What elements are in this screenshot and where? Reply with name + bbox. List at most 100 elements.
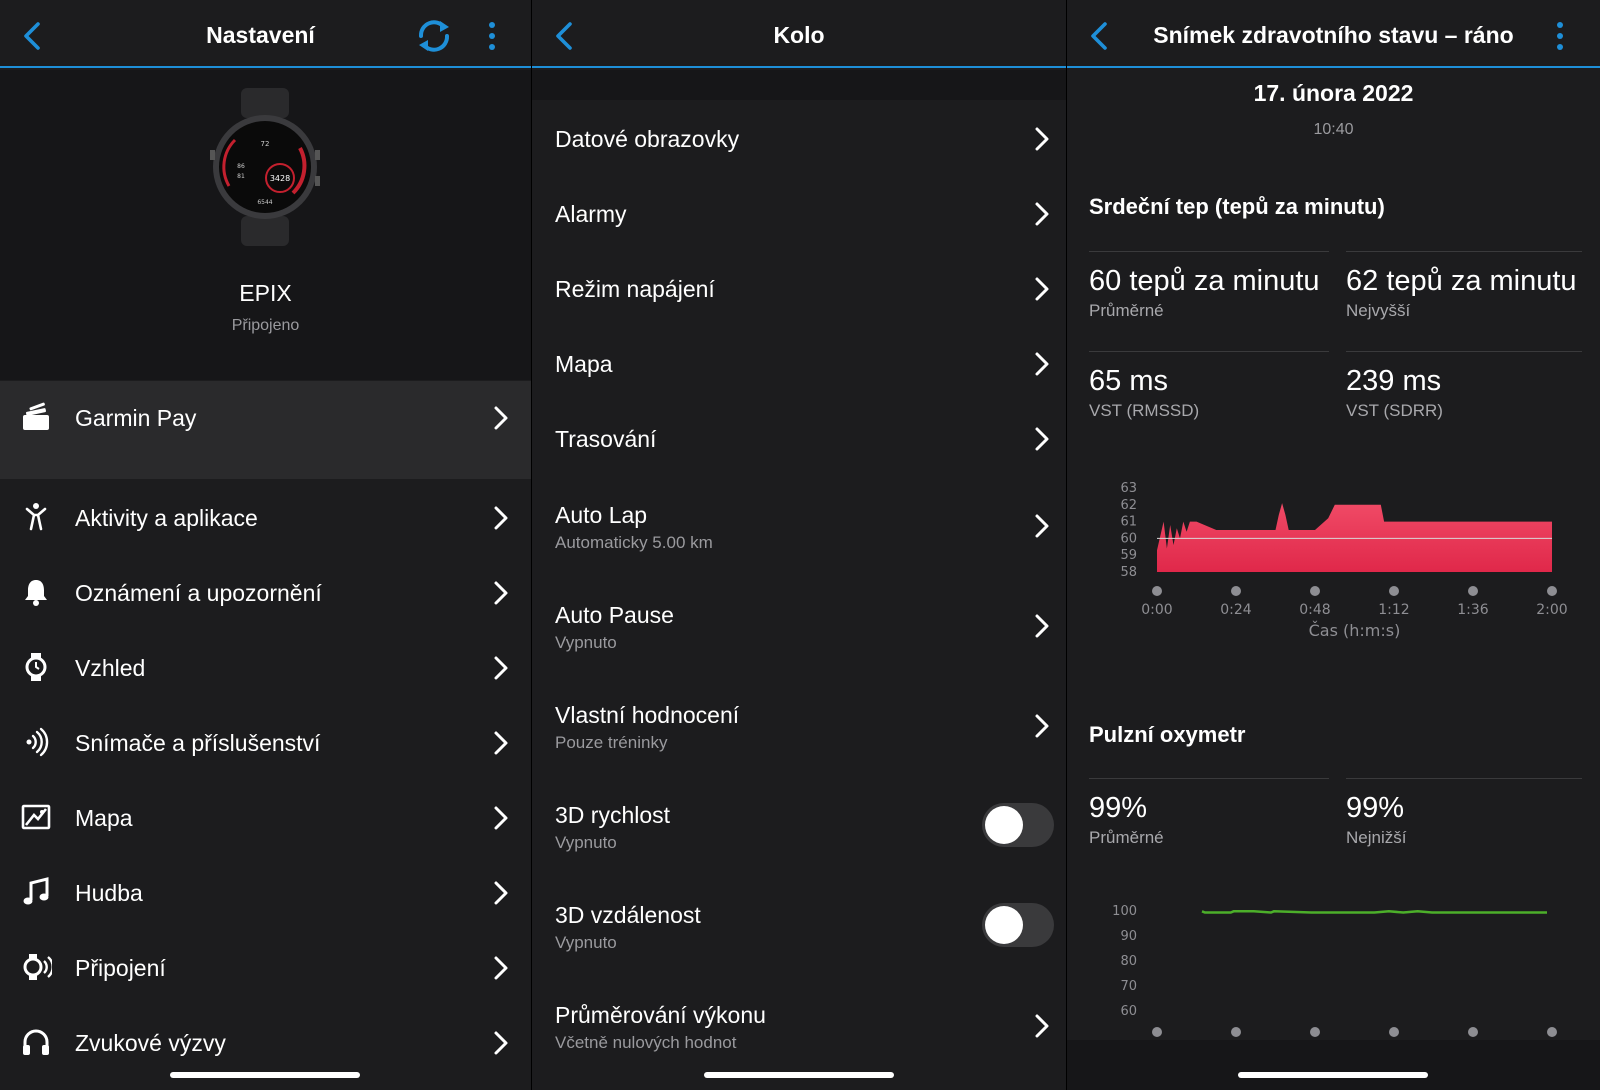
bike-setting-item[interactable]: Režim napájení [532, 252, 1066, 327]
stat-divider [1089, 778, 1329, 779]
sensor-icon [26, 727, 49, 757]
bike-setting-value: Automaticky 5.00 km [555, 533, 713, 552]
more-options-icon[interactable] [487, 20, 497, 52]
toggle-knob [985, 906, 1023, 944]
chevron-right-icon [1035, 127, 1049, 151]
stat-label: Nejnižší [1346, 828, 1407, 847]
stat-label: Průměrné [1089, 828, 1164, 847]
y-tick-label: 80 [1120, 954, 1137, 969]
chevron-right-icon [1035, 614, 1049, 638]
y-tick-label: 62 [1120, 498, 1137, 513]
home-indicator [170, 1072, 360, 1078]
x-tick-label: 1:12 [1378, 602, 1409, 618]
settings-item[interactable]: Připojení [0, 930, 531, 1005]
snapshot-date: 17. února 2022 [1253, 80, 1414, 106]
chevron-right-icon [494, 731, 508, 755]
y-tick-label: 90 [1120, 929, 1137, 944]
chevron-right-icon [494, 506, 508, 530]
watch-image[interactable]: 72 86 81 3428 6544 [205, 88, 325, 246]
bike-setting-item[interactable]: Alarmy [532, 177, 1066, 252]
chevron-right-icon [494, 806, 508, 830]
x-tick-label: 0:24 [1220, 602, 1252, 618]
toggle-switch[interactable] [982, 803, 1054, 847]
y-tick-label: 100 [1112, 904, 1137, 919]
x-tick-dot [1547, 1027, 1557, 1037]
bike-setting-item[interactable]: Auto Pause Vypnuto [532, 577, 1066, 677]
settings-screen: Nastavení 72 86 81 3428 6544 EPIX Připoj… [0, 0, 531, 1090]
toggle-switch[interactable] [982, 903, 1054, 947]
heart-rate-chart: 63 62 6160 59 58 0:00 0:24 0:48 1:12 1:36 2:00 Čas … [1120, 481, 1567, 640]
figure-icon [25, 503, 47, 531]
bike-setting-label: Trasování [555, 426, 657, 452]
watch-icon [25, 653, 47, 681]
connection-icon [23, 954, 52, 980]
bike-setting-item[interactable]: Trasování [532, 402, 1066, 477]
bike-setting-value: Pouze tréninky [555, 733, 668, 752]
settings-item-label: Oznámení a upozornění [75, 580, 322, 606]
x-tick-dot [1231, 586, 1241, 596]
settings-item-label: Připojení [75, 955, 166, 981]
bike-setting-item[interactable]: 3D vzdálenost Vypnuto [532, 877, 1066, 977]
bike-setting-item[interactable]: Vlastní hodnocení Pouze tréninky [532, 677, 1066, 777]
chevron-right-icon [494, 881, 508, 905]
stat-label: VST (SDRR) [1346, 401, 1443, 420]
y-tick-label: 58 [1120, 565, 1137, 580]
chevron-right-icon [1035, 202, 1049, 226]
settings-item[interactable]: Aktivity a aplikace [0, 480, 531, 555]
toggle-knob [985, 806, 1023, 844]
bike-setting-label: Alarmy [555, 201, 627, 227]
bike-setting-value: Vypnuto [555, 633, 617, 652]
stat-label: VST (RMSSD) [1089, 401, 1200, 420]
settings-item[interactable]: Mapa [0, 780, 531, 855]
settings-item-label: Aktivity a aplikace [75, 505, 258, 531]
bike-setting-item[interactable]: Datové obrazovky [532, 102, 1066, 177]
y-tick-label: 61 [1120, 515, 1137, 530]
home-indicator [1238, 1072, 1428, 1078]
stat-divider [1346, 778, 1582, 779]
gap-strip [0, 455, 531, 479]
settings-item[interactable]: Oznámení a upozornění [0, 555, 531, 630]
bike-setting-item[interactable]: Průměrování výkonu Včetně nulových hodnot [532, 977, 1066, 1077]
settings-item[interactable]: Hudba [0, 855, 531, 930]
x-tick-dot [1547, 586, 1557, 596]
snapshot-time: 10:40 [1313, 121, 1354, 138]
bike-setting-label: 3D rychlost [555, 802, 671, 828]
watch-face-left: 86 [237, 163, 245, 170]
spo2-line [1201, 910, 1547, 914]
stat-label: Nejvyšší [1346, 301, 1411, 320]
garmin-pay-label: Garmin Pay [75, 405, 197, 431]
bike-setting-item[interactable]: Auto Lap Automaticky 5.00 km [532, 477, 1066, 577]
pulse-ox-chart: 100 90 80 70 60 [1112, 904, 1557, 1037]
y-tick-label: 59 [1120, 548, 1137, 563]
more-options-icon[interactable] [1555, 20, 1565, 52]
stat-divider [1346, 351, 1582, 352]
stat-value: 65 ms [1089, 365, 1168, 397]
bell-icon [25, 580, 47, 606]
bike-setting-item[interactable]: 3D rychlost Vypnuto [532, 777, 1066, 877]
device-status: Připojeno [231, 317, 300, 334]
stat-value: 62 tepů za minutu [1346, 265, 1577, 297]
chevron-right-icon [1035, 514, 1049, 538]
bike-setting-label: Auto Pause [555, 602, 674, 628]
garmin-pay-row[interactable]: Garmin Pay [0, 381, 531, 455]
bike-setting-label: Vlastní hodnocení [555, 702, 740, 728]
chevron-right-icon [1035, 277, 1049, 301]
health-snapshot-screen: Snímek zdravotního stavu – ráno 17. únor… [1067, 0, 1600, 1090]
chevron-right-icon [494, 581, 508, 605]
chevron-right-icon [494, 956, 508, 980]
settings-item[interactable]: Zvukové výzvy [0, 1005, 531, 1080]
settings-item[interactable]: Vzhled [0, 630, 531, 705]
page-title: Snímek zdravotního stavu – ráno [1153, 22, 1514, 48]
x-tick-label: 2:00 [1536, 602, 1567, 618]
bike-setting-item[interactable]: Mapa [532, 327, 1066, 402]
bottom-bar [1067, 1040, 1600, 1090]
stat-divider [1089, 251, 1329, 252]
bike-setting-label: Auto Lap [555, 502, 648, 528]
settings-item-label: Hudba [75, 880, 143, 906]
settings-item[interactable]: Snímače a příslušenství [0, 705, 531, 780]
stat-value: 99% [1089, 792, 1148, 824]
chevron-right-icon [494, 1031, 508, 1055]
sync-icon[interactable] [413, 16, 455, 56]
y-tick-label: 70 [1120, 979, 1137, 994]
y-tick-label: 60 [1120, 531, 1137, 546]
